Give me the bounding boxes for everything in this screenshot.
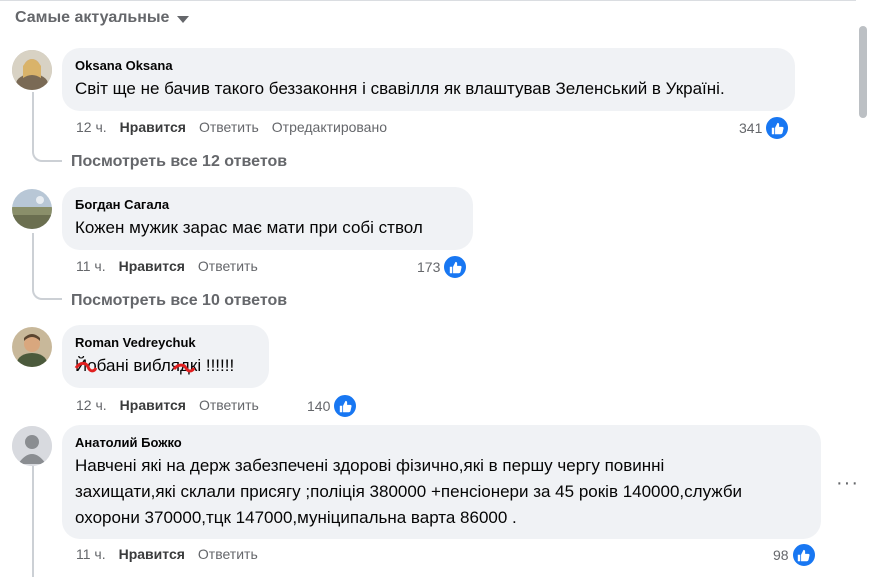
comment-actions: 11 ч. Нравится Ответить xyxy=(76,546,271,562)
like-button[interactable]: Нравится xyxy=(120,397,186,413)
comment-text-line: охорони 370000,тцк 147000,муніципальна в… xyxy=(75,508,517,527)
thread-line xyxy=(32,466,34,577)
reaction-count: 98 xyxy=(773,547,789,563)
thumbs-up-icon xyxy=(764,115,791,141)
avatar-image xyxy=(12,327,52,367)
comment-text: Світ ще не бачив такого беззаконня і сва… xyxy=(75,79,725,98)
comment-bubble: Богдан Сагала Кожен мужик зарас має мати… xyxy=(62,187,473,250)
comment-bubble: Oksana Oksana Світ ще не бачив такого бе… xyxy=(62,48,795,111)
comment-author[interactable]: Roman Vedreychuk xyxy=(75,335,256,350)
comment-time[interactable]: 11 ч. xyxy=(76,546,106,562)
default-avatar-icon xyxy=(12,426,52,466)
like-button[interactable]: Нравится xyxy=(119,258,185,274)
comment-bubble: Roman Vedreychuk Йобані виблядкі !!!!!! xyxy=(62,325,269,388)
thumbs-up-icon xyxy=(332,393,359,419)
comment-time[interactable]: 11 ч. xyxy=(76,258,106,274)
edited-label: Отредактировано xyxy=(271,119,387,135)
view-replies-link[interactable]: Посмотреть все 10 ответов xyxy=(71,292,287,310)
scrollbar-thumb[interactable] xyxy=(859,26,867,118)
avatar-image xyxy=(12,50,52,90)
thread-elbow xyxy=(32,146,62,162)
reply-button[interactable]: Ответить xyxy=(198,258,258,274)
avatar[interactable] xyxy=(12,189,52,229)
avatar[interactable] xyxy=(12,426,52,466)
view-replies-link[interactable]: Посмотреть все 12 ответов xyxy=(71,153,287,171)
thread-line xyxy=(32,92,34,148)
red-scribble-mark xyxy=(74,361,196,373)
comment-time[interactable]: 12 ч. xyxy=(76,397,107,413)
reaction-summary[interactable]: 140 xyxy=(307,393,359,419)
thumbs-up-icon xyxy=(442,254,469,280)
reaction-summary[interactable]: 341 xyxy=(739,115,791,141)
comment-actions: 11 ч. Нравится Ответить xyxy=(76,258,271,274)
comment-actions: 12 ч. Нравится Ответить Отредактировано xyxy=(76,119,400,135)
comment-author[interactable]: Богдан Сагала xyxy=(75,197,460,212)
reply-button[interactable]: Ответить xyxy=(199,119,259,135)
reply-button[interactable]: Ответить xyxy=(199,397,259,413)
reply-button[interactable]: Ответить xyxy=(198,546,258,562)
like-button[interactable]: Нравится xyxy=(119,546,185,562)
comment-actions: 12 ч. Нравится Ответить xyxy=(76,397,272,413)
comment-text-line: захищати,які склали присягу ;поліція 380… xyxy=(75,482,743,501)
comment-author[interactable]: Oksana Oksana xyxy=(75,58,782,73)
thread-line xyxy=(32,233,34,286)
caret-down-icon xyxy=(177,15,190,23)
reaction-summary[interactable]: 98 xyxy=(773,542,817,568)
reaction-count: 173 xyxy=(417,259,441,275)
reaction-count: 341 xyxy=(739,120,763,136)
comment-time[interactable]: 12 ч. xyxy=(76,119,107,135)
comment-text: Навчені які на держ забезпечені здорові … xyxy=(75,453,808,531)
comment-text-line: Навчені які на держ забезпечені здорові … xyxy=(75,456,665,475)
like-button[interactable]: Нравится xyxy=(120,119,186,135)
top-divider xyxy=(0,0,856,1)
thread-elbow xyxy=(32,284,62,300)
avatar[interactable] xyxy=(12,50,52,90)
comment-text: Кожен мужик зарас має мати при собі ство… xyxy=(75,218,423,237)
comment-bubble: Анатолий Божко Навчені які на держ забез… xyxy=(62,425,821,539)
thumbs-up-icon xyxy=(790,542,817,568)
avatar-image xyxy=(12,189,52,229)
reaction-count: 140 xyxy=(307,398,331,414)
comment-author[interactable]: Анатолий Божко xyxy=(75,435,808,450)
sort-dropdown[interactable]: Самые актуальные xyxy=(15,9,190,27)
reaction-summary[interactable]: 173 xyxy=(417,254,469,280)
sort-label: Самые актуальные xyxy=(15,9,170,26)
avatar[interactable] xyxy=(12,327,52,367)
